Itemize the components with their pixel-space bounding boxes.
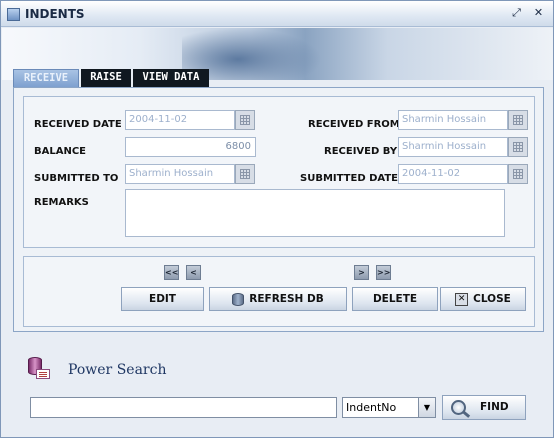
picker-icon[interactable] xyxy=(508,110,528,130)
submitted-to-field[interactable]: Sharmin Hossain xyxy=(125,164,235,184)
app-icon xyxy=(7,8,20,21)
received-date-label: RECEIVED DATE xyxy=(34,119,122,130)
power-search-title: Power Search xyxy=(68,362,167,378)
received-date-field[interactable]: 2004-11-02 xyxy=(125,110,235,130)
indents-window: INDENTS ⤢ ✕ RECEIVE RAISE VIEW DATA RECE… xyxy=(0,0,554,438)
edit-button-label: EDIT xyxy=(149,293,176,305)
picker-icon[interactable] xyxy=(235,164,255,184)
submitted-to-label: SUBMITTED TO xyxy=(34,173,119,184)
delete-button-label: DELETE xyxy=(372,293,418,305)
received-by-field[interactable]: Sharmin Hossain xyxy=(398,137,508,157)
calendar-icon[interactable] xyxy=(508,164,528,184)
received-by-label: RECEIVED BY xyxy=(324,146,398,157)
close-icon[interactable]: ✕ xyxy=(531,6,546,20)
title-bar[interactable]: INDENTS ⤢ ✕ xyxy=(1,1,553,27)
restore-icon[interactable]: ⤢ xyxy=(509,6,524,20)
chevron-down-icon[interactable]: ▼ xyxy=(418,398,435,417)
database-search-icon xyxy=(28,357,50,381)
received-from-label: RECEIVED FROM xyxy=(308,119,400,130)
search-input[interactable] xyxy=(30,397,337,418)
submitted-date-field[interactable]: 2004-11-02 xyxy=(398,164,508,184)
tab-view-data[interactable]: VIEW DATA xyxy=(133,69,209,87)
picker-icon[interactable] xyxy=(508,137,528,157)
last-record-icon[interactable]: >> xyxy=(376,265,391,280)
power-search-section: Power Search IndentNo ▼ FIND xyxy=(13,342,544,432)
window-title: INDENTS xyxy=(25,7,85,21)
calendar-icon[interactable] xyxy=(235,110,255,130)
first-record-icon[interactable]: << xyxy=(164,265,179,280)
find-button[interactable]: FIND xyxy=(442,395,526,420)
close-button[interactable]: ✕ CLOSE xyxy=(440,287,526,311)
next-record-icon[interactable]: > xyxy=(354,265,369,280)
magnifier-icon xyxy=(451,400,466,415)
receive-panel: RECEIVED DATE 2004-11-02 BALANCE 6800 SU… xyxy=(13,87,544,332)
balance-label: BALANCE xyxy=(34,146,87,157)
tab-raise[interactable]: RAISE xyxy=(81,69,131,87)
fields-group: RECEIVED DATE 2004-11-02 BALANCE 6800 SU… xyxy=(23,96,535,248)
received-from-field[interactable]: Sharmin Hossain xyxy=(398,110,508,130)
balance-field[interactable]: 6800 xyxy=(125,137,256,157)
delete-button[interactable]: DELETE xyxy=(352,287,438,311)
refresh-db-label: REFRESH DB xyxy=(249,293,324,305)
navigation-group: << < > >> EDIT REFRESH DB DELETE ✕ CLOSE xyxy=(23,256,535,327)
close-button-label: CLOSE xyxy=(473,293,511,305)
close-box-icon: ✕ xyxy=(455,292,469,306)
edit-button[interactable]: EDIT xyxy=(121,287,204,311)
remarks-label: REMARKS xyxy=(34,197,89,208)
search-field-value: IndentNo xyxy=(346,401,397,414)
submitted-date-label: SUBMITTED DATE xyxy=(300,173,399,184)
find-button-label: FIND xyxy=(480,401,509,413)
search-field-select[interactable]: IndentNo ▼ xyxy=(342,397,436,418)
tab-receive[interactable]: RECEIVE xyxy=(13,69,79,87)
previous-record-icon[interactable]: < xyxy=(186,265,201,280)
remarks-field[interactable] xyxy=(125,189,505,237)
refresh-db-button[interactable]: REFRESH DB xyxy=(209,287,347,311)
database-icon xyxy=(232,292,245,306)
